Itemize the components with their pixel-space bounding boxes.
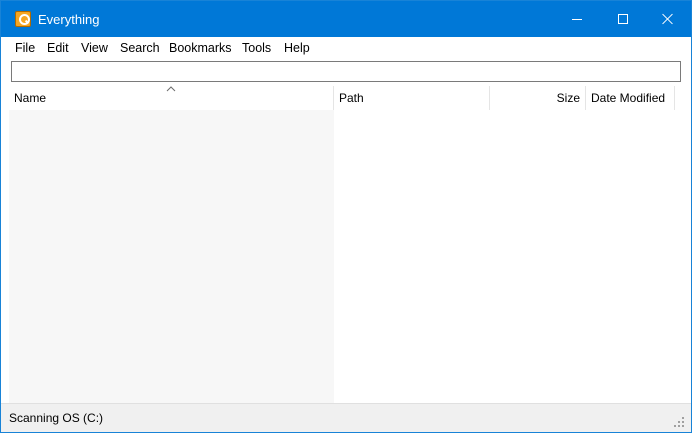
menu-edit[interactable]: Edit [47,41,69,56]
minimize-icon [572,18,582,20]
results-list[interactable]: Name Path Size Date Modified [9,86,685,403]
maximize-button[interactable] [600,1,646,37]
close-button[interactable] [645,1,691,37]
column-header-name-label: Name [14,91,47,105]
close-icon [662,13,674,25]
column-header-path-label: Path [339,91,364,105]
column-header-size-label: Size [556,91,580,105]
menu-bar: File Edit View Search Bookmarks Tools He… [1,37,691,59]
column-header-date-modified[interactable]: Date Modified [586,86,675,110]
resize-grip-icon[interactable] [673,416,685,428]
maximize-icon [618,14,628,24]
details-column-body[interactable] [334,110,685,403]
menu-help[interactable]: Help [284,41,310,56]
column-header-size[interactable]: Size [490,86,586,110]
menu-bookmarks[interactable]: Bookmarks [169,41,232,56]
sort-ascending-icon [166,86,176,92]
menu-tools[interactable]: Tools [242,41,271,56]
title-bar[interactable]: Everything [1,1,691,37]
search-input[interactable] [11,61,681,82]
menu-search[interactable]: Search [120,41,160,56]
status-text: Scanning OS (C:) [9,411,104,425]
column-header-path[interactable]: Path [334,86,490,110]
status-bar: Scanning OS (C:) [1,403,691,432]
minimize-button[interactable] [554,1,600,37]
column-header-row: Name Path Size Date Modified [9,86,685,110]
name-column-body[interactable] [9,110,334,403]
menu-file[interactable]: File [15,41,35,56]
app-window: Everything File Edit View Search Bookmar… [0,0,692,433]
window-title: Everything [38,12,100,27]
menu-view[interactable]: View [81,41,108,56]
everything-app-icon[interactable] [15,11,31,27]
column-header-date-modified-label: Date Modified [591,91,666,105]
